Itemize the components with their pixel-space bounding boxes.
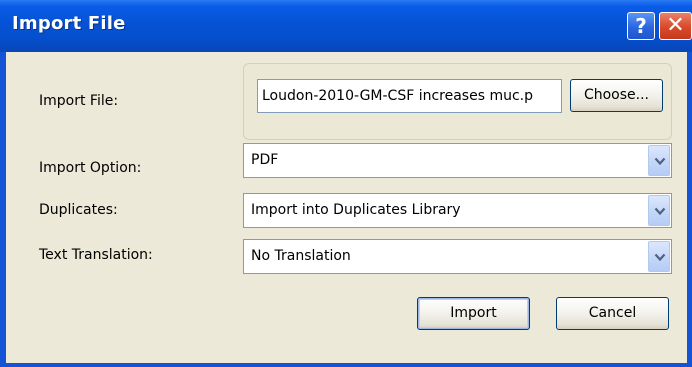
duplicates-value: Import into Duplicates Library bbox=[251, 202, 461, 218]
chevron-down-icon bbox=[654, 253, 666, 262]
dialog-body: Import File: Loudon-2010-GM-CSF increase… bbox=[6, 52, 687, 363]
chevron-down-icon bbox=[654, 157, 666, 166]
import-option-select[interactable]: PDF bbox=[243, 143, 672, 178]
import-file-dialog: Import File ? ✕ Import File: Loudon-2010… bbox=[0, 0, 692, 367]
duplicates-label: Duplicates: bbox=[39, 202, 118, 218]
close-button[interactable]: ✕ bbox=[659, 12, 692, 40]
help-icon: ? bbox=[635, 14, 647, 38]
import-file-input[interactable]: Loudon-2010-GM-CSF increases muc.p bbox=[257, 79, 562, 113]
import-button[interactable]: Import bbox=[417, 297, 530, 330]
close-icon: ✕ bbox=[666, 13, 685, 38]
chevron-down-icon bbox=[654, 207, 666, 216]
cancel-button[interactable]: Cancel bbox=[556, 297, 669, 330]
text-translation-dropdown-button[interactable] bbox=[648, 241, 670, 272]
import-file-label: Import File: bbox=[39, 93, 119, 109]
import-option-dropdown-button[interactable] bbox=[648, 145, 670, 176]
help-button[interactable]: ? bbox=[627, 12, 655, 40]
text-translation-select[interactable]: No Translation bbox=[243, 239, 672, 274]
window-title: Import File bbox=[12, 13, 126, 34]
duplicates-dropdown-button[interactable] bbox=[648, 195, 670, 226]
import-option-label: Import Option: bbox=[39, 160, 142, 176]
duplicates-select[interactable]: Import into Duplicates Library bbox=[243, 193, 672, 228]
text-translation-label: Text Translation: bbox=[39, 247, 153, 263]
title-bar[interactable]: Import File ? ✕ bbox=[0, 0, 692, 52]
text-translation-value: No Translation bbox=[251, 248, 351, 264]
import-option-value: PDF bbox=[251, 152, 279, 168]
choose-button[interactable]: Choose... bbox=[570, 79, 663, 112]
